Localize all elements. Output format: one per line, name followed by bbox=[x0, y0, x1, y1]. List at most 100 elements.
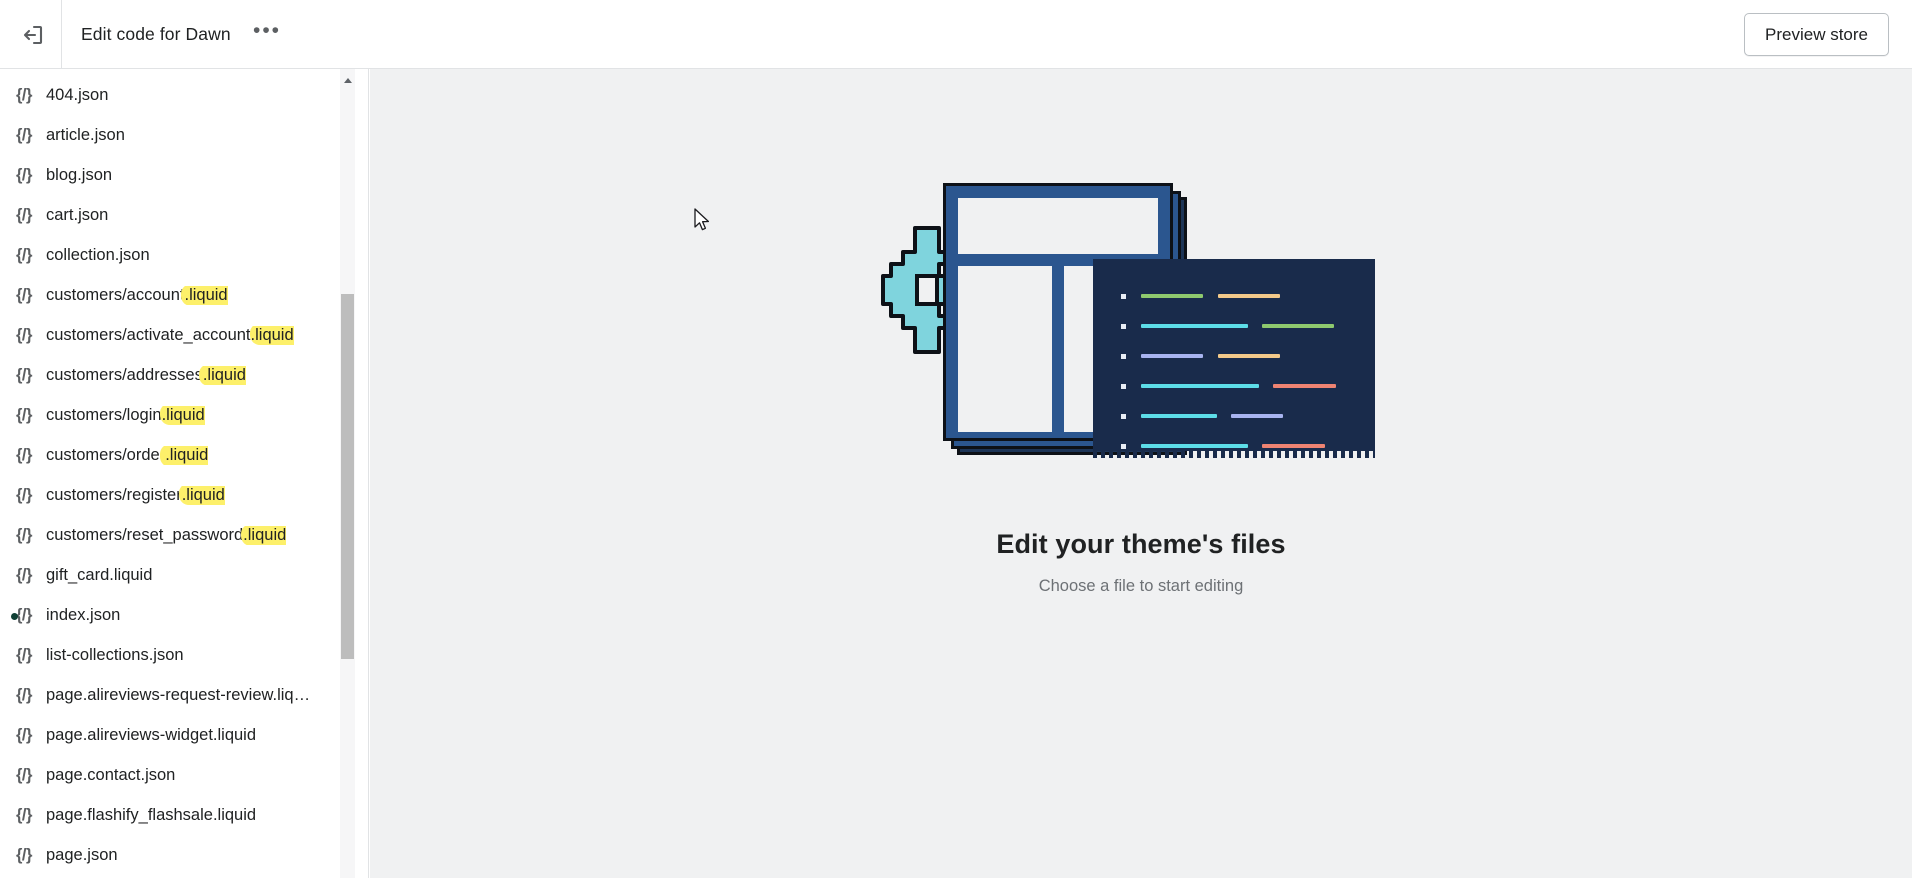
file-list-item[interactable]: {/} customers/addresses.liquid bbox=[0, 355, 355, 395]
code-braces-icon: {/} bbox=[16, 205, 32, 224]
file-list-item[interactable]: {/} page.flashify_flashsale.liquid bbox=[0, 795, 355, 835]
code-token bbox=[1262, 324, 1334, 328]
file-name-label: 404.json bbox=[46, 85, 109, 104]
exit-editor-button[interactable] bbox=[12, 14, 54, 56]
highlight-marker: .liquid bbox=[243, 525, 287, 544]
file-name-label: page.alireviews-request-review.liq… bbox=[46, 685, 311, 704]
file-name-label: page.alireviews-widget.liquid bbox=[46, 725, 257, 744]
file-modified-dot bbox=[11, 613, 18, 620]
code-braces-icon: {/} bbox=[16, 725, 32, 744]
more-actions-button[interactable]: ••• bbox=[248, 16, 286, 54]
code-braces-icon: {/} bbox=[16, 845, 32, 864]
file-name-label: customers/activate_account.liquid bbox=[46, 325, 294, 344]
file-list-item[interactable]: {/} collection.json bbox=[0, 235, 355, 275]
preview-store-button[interactable]: Preview store bbox=[1744, 13, 1889, 56]
file-name-label: customers/order.liquid bbox=[46, 445, 209, 464]
theme-files-illustration bbox=[881, 169, 1401, 499]
scroll-up-button[interactable] bbox=[340, 73, 355, 87]
code-braces-icon: {/} bbox=[16, 525, 32, 544]
file-name-label: list-collections.json bbox=[46, 645, 184, 664]
file-name-label: page.flashify_flashsale.liquid bbox=[46, 805, 257, 824]
code-bullet-icon bbox=[1121, 293, 1126, 299]
code-line bbox=[1121, 371, 1361, 401]
file-list-item[interactable]: {/} customers/activate_account.liquid bbox=[0, 315, 355, 355]
code-line bbox=[1121, 311, 1361, 341]
highlight-marker: .liquid bbox=[181, 485, 225, 504]
file-list-item[interactable]: {/} index.json bbox=[0, 595, 355, 635]
code-braces-icon: {/} bbox=[16, 405, 32, 424]
file-list-item[interactable]: {/} customers/register.liquid bbox=[0, 475, 355, 515]
file-name-label: customers/register.liquid bbox=[46, 485, 225, 504]
code-token bbox=[1141, 444, 1248, 448]
file-name-label: customers/account.liquid bbox=[46, 285, 228, 304]
file-list-item[interactable]: {/} customers/reset_password.liquid bbox=[0, 515, 355, 555]
code-token bbox=[1141, 354, 1203, 358]
window-column-left bbox=[958, 266, 1052, 432]
chevron-up-icon bbox=[343, 77, 352, 83]
code-braces-icon: {/} bbox=[16, 85, 32, 104]
code-bullet-icon bbox=[1121, 443, 1126, 449]
file-list-item[interactable]: {/} blog.json bbox=[0, 155, 355, 195]
highlight-marker: .liquid bbox=[250, 325, 294, 344]
app-header: Edit code for Dawn ••• Preview store bbox=[0, 0, 1912, 69]
code-braces-icon: {/} bbox=[16, 685, 32, 704]
file-list-item[interactable]: {/} page.alireviews-request-review.liq… bbox=[0, 675, 355, 715]
file-name-label: blog.json bbox=[46, 165, 113, 184]
code-braces-icon: {/} bbox=[16, 365, 32, 384]
file-list-item[interactable]: {/} page.alireviews-widget.liquid bbox=[0, 715, 355, 755]
code-lines bbox=[1121, 281, 1361, 461]
file-list-item[interactable]: {/} page.json bbox=[0, 835, 355, 875]
code-bullet-icon bbox=[1121, 323, 1126, 329]
code-braces-icon: {/} bbox=[16, 245, 32, 264]
code-braces-icon: {/} bbox=[16, 565, 32, 584]
code-braces-icon: {/} bbox=[16, 325, 32, 344]
code-bullet-icon bbox=[1121, 353, 1126, 359]
code-token bbox=[1141, 324, 1248, 328]
file-name-label: cart.json bbox=[46, 205, 109, 224]
code-braces-icon: {/} bbox=[16, 285, 32, 304]
file-list-item[interactable]: {/} cart.json bbox=[0, 195, 355, 235]
highlight-marker: .liquid bbox=[165, 445, 209, 464]
file-list-item[interactable]: {/} 404.json bbox=[0, 75, 355, 115]
file-name-label: customers/reset_password.liquid bbox=[46, 525, 287, 544]
code-token bbox=[1141, 384, 1259, 388]
file-list-item[interactable]: {/} customers/login.liquid bbox=[0, 395, 355, 435]
highlight-marker: .liquid bbox=[184, 285, 228, 304]
code-line bbox=[1121, 341, 1361, 371]
code-braces-icon: {/} bbox=[16, 485, 32, 504]
empty-state: Edit your theme's files Choose a file to… bbox=[370, 169, 1912, 596]
empty-state-subtitle: Choose a file to start editing bbox=[1038, 577, 1244, 595]
file-name-label: gift_card.liquid bbox=[46, 565, 153, 584]
highlight-marker: .liquid bbox=[161, 405, 205, 424]
file-list-item[interactable]: {/} list-collections.json bbox=[0, 635, 355, 675]
file-sidebar: {/} 404.json {/} article.json {/} blog.json {/… bbox=[0, 69, 369, 878]
file-list: {/} 404.json {/} article.json {/} blog.json {/… bbox=[0, 69, 355, 875]
file-list-item[interactable]: {/} gift_card.liquid bbox=[0, 555, 355, 595]
code-token bbox=[1218, 354, 1280, 358]
code-token bbox=[1141, 414, 1217, 418]
file-name-label: collection.json bbox=[46, 245, 150, 264]
editor-main-panel: Edit your theme's files Choose a file to… bbox=[370, 69, 1912, 878]
code-braces-icon: {/} bbox=[16, 805, 32, 824]
scrollbar-thumb[interactable] bbox=[341, 294, 354, 659]
window-header-block bbox=[958, 198, 1158, 254]
file-name-label: customers/addresses.liquid bbox=[46, 365, 246, 384]
file-name-label: page.contact.json bbox=[46, 765, 176, 784]
file-list-item[interactable]: {/} customers/order.liquid bbox=[0, 435, 355, 475]
exit-left-icon bbox=[23, 25, 43, 45]
code-panel-graphic bbox=[1093, 259, 1375, 458]
file-name-label: page.json bbox=[46, 845, 118, 864]
file-name-label: article.json bbox=[46, 125, 125, 144]
file-list-item[interactable]: {/} page.contact.json bbox=[0, 755, 355, 795]
code-braces-icon: {/} bbox=[16, 605, 32, 624]
header-divider bbox=[61, 0, 62, 69]
code-braces-icon: {/} bbox=[16, 125, 32, 144]
file-list-item[interactable]: {/} customers/account.liquid bbox=[0, 275, 355, 315]
sidebar-scrollbar[interactable] bbox=[340, 69, 355, 878]
code-token bbox=[1262, 444, 1325, 448]
page-title: Edit code for Dawn bbox=[81, 24, 231, 44]
file-list-item[interactable]: {/} article.json bbox=[0, 115, 355, 155]
code-line bbox=[1121, 281, 1361, 311]
code-panel-checker-edge bbox=[1093, 451, 1375, 458]
code-bullet-icon bbox=[1121, 383, 1126, 389]
